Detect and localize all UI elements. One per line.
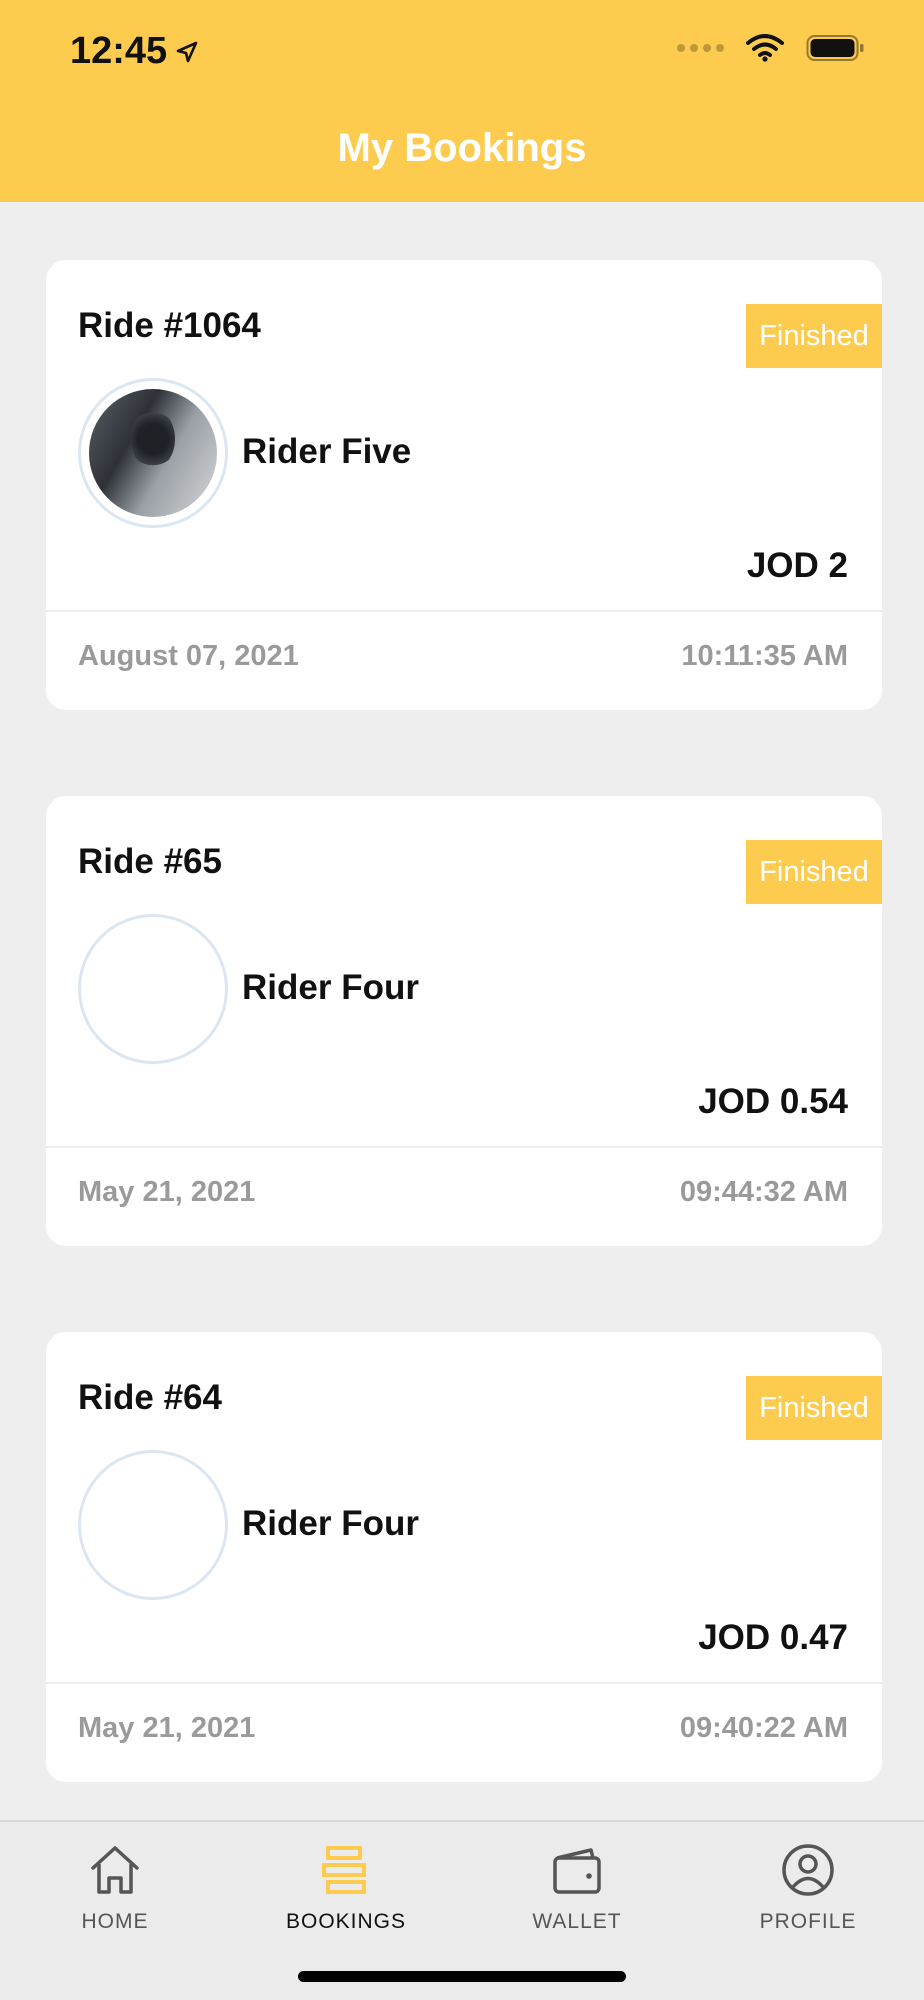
rider-avatar	[78, 1450, 228, 1600]
card-divider	[46, 610, 882, 612]
status-bar-indicators	[677, 34, 864, 62]
rider-avatar	[78, 914, 228, 1064]
tab-profile[interactable]: PROFILE	[728, 1840, 888, 1950]
booking-card[interactable]: Ride #65 Finished Rider Four JOD 0.54 Ma…	[46, 796, 882, 1246]
booking-card[interactable]: Ride #64 Finished Rider Four JOD 0.47 Ma…	[46, 1332, 882, 1782]
page-title: My Bookings	[337, 126, 587, 170]
bookings-list: Ride #1064 Finished Rider Five JOD 2 Aug…	[46, 260, 882, 1868]
ride-price: JOD 0.47	[698, 1618, 848, 1657]
ride-date: August 07, 2021	[78, 640, 299, 672]
card-divider	[46, 1146, 882, 1148]
ride-time: 09:44:32 AM	[679, 1176, 848, 1208]
tab-home-label: HOME	[81, 1910, 149, 1933]
ride-time: 09:40:22 AM	[679, 1712, 848, 1744]
tab-profile-label: PROFILE	[759, 1910, 857, 1933]
clock-text: 12:45	[70, 30, 168, 72]
ride-time: 10:11:35 AM	[681, 640, 848, 672]
wifi-icon	[746, 34, 784, 62]
booking-card[interactable]: Ride #1064 Finished Rider Five JOD 2 Aug…	[46, 260, 882, 710]
card-divider	[46, 1682, 882, 1684]
wallet-icon	[553, 1848, 601, 1894]
status-badge: Finished	[746, 1376, 882, 1440]
rider-name: Rider Five	[242, 432, 412, 471]
ride-price: JOD 2	[746, 546, 848, 585]
rider-avatar	[78, 378, 228, 528]
tab-wallet[interactable]: WALLET	[497, 1840, 657, 1950]
status-badge: Finished	[746, 304, 882, 368]
ride-number: Ride #1064	[78, 306, 261, 345]
home-indicator	[298, 1971, 626, 1982]
ride-date: May 21, 2021	[78, 1712, 256, 1744]
tab-bookings[interactable]: BOOKINGS	[266, 1840, 426, 1950]
rider-name: Rider Four	[242, 1504, 419, 1543]
status-bar-time: 12:45	[70, 30, 199, 73]
status-badge: Finished	[746, 840, 882, 904]
rider-name: Rider Four	[242, 968, 419, 1007]
home-icon	[91, 1846, 139, 1894]
tab-home[interactable]: HOME	[35, 1840, 195, 1950]
ride-number: Ride #65	[78, 842, 222, 881]
location-arrow-icon	[176, 41, 198, 62]
battery-icon	[806, 35, 864, 61]
app-header: 12:45 My Bookings	[0, 0, 924, 202]
ride-price: JOD 0.54	[698, 1082, 848, 1121]
bookings-icon	[322, 1846, 366, 1894]
cellular-signal-icon	[677, 44, 724, 52]
ride-number: Ride #64	[78, 1378, 222, 1417]
profile-icon	[782, 1844, 834, 1896]
tab-wallet-label: WALLET	[532, 1910, 622, 1933]
ride-date: May 21, 2021	[78, 1176, 256, 1208]
tab-bookings-label: BOOKINGS	[285, 1910, 407, 1933]
